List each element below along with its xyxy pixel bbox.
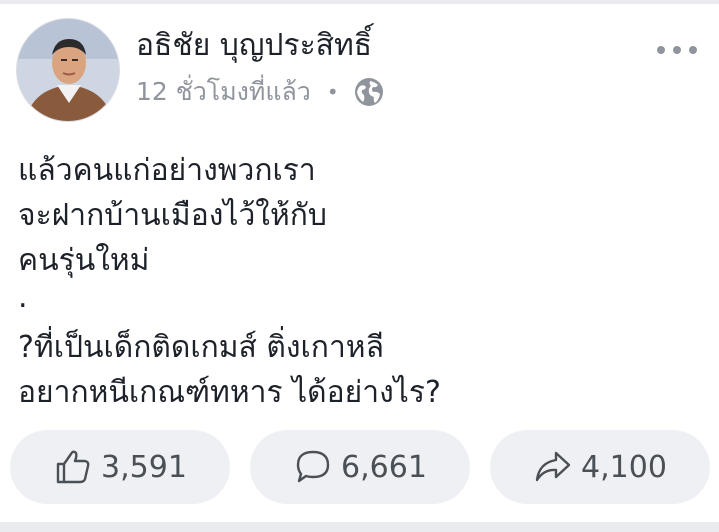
- more-options-icon[interactable]: [657, 40, 697, 60]
- post-line: อยากหนีเกณฑ์ทหาร ได้อย่างไร?: [18, 375, 441, 410]
- comment-icon: [296, 450, 330, 483]
- action-bar: 3,591 6,661 4,100: [10, 430, 710, 504]
- thumbs-up-icon: [56, 450, 90, 484]
- post-line: ?ที่เป็นเด็กติดเกมส์ ติ่งเกาหลี: [18, 330, 384, 365]
- comment-count: 6,661: [341, 449, 427, 485]
- post-timestamp[interactable]: 12 ชั่วโมงที่แล้ว: [136, 76, 311, 108]
- like-count: 3,591: [101, 449, 187, 485]
- more-dot: [673, 46, 681, 54]
- top-divider: [0, 0, 719, 4]
- author-avatar[interactable]: [16, 18, 120, 122]
- post-line: .: [18, 280, 28, 315]
- globe-icon: [353, 76, 385, 108]
- avatar-photo: [17, 19, 119, 121]
- share-count: 4,100: [581, 449, 667, 485]
- share-arrow-icon: [535, 451, 571, 482]
- like-button[interactable]: 3,591: [10, 430, 230, 504]
- post-meta: 12 ชั่วโมงที่แล้ว •: [136, 76, 385, 108]
- post-header: อธิชัย บุญประสิทธิ์ 12 ชั่วโมงที่แล้ว •: [16, 18, 703, 128]
- post-body: แล้วคนแก่อย่างพวกเรา จะฝากบ้านเมืองไว้ให…: [18, 148, 698, 415]
- facebook-post-card: อธิชัย บุญประสิทธิ์ 12 ชั่วโมงที่แล้ว • …: [0, 0, 719, 532]
- post-line: แล้วคนแก่อย่างพวกเรา: [18, 153, 316, 188]
- meta-separator: •: [326, 80, 339, 104]
- post-line: คนรุ่นใหม่: [18, 243, 150, 278]
- post-line: จะฝากบ้านเมืองไว้ให้กับ: [18, 198, 327, 233]
- more-dot: [657, 46, 665, 54]
- author-name[interactable]: อธิชัย บุญประสิทธิ์: [136, 28, 372, 64]
- comment-button[interactable]: 6,661: [250, 430, 470, 504]
- share-button[interactable]: 4,100: [490, 430, 710, 504]
- bottom-divider: [0, 522, 719, 532]
- more-dot: [689, 46, 697, 54]
